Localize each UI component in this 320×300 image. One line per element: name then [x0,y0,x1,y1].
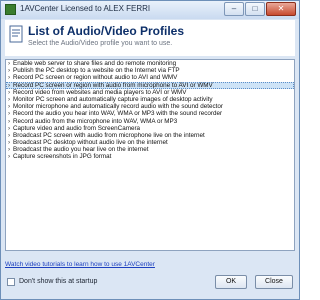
profile-icon [9,25,23,43]
profile-item-label: Record audio from the microphone into WA… [13,117,178,125]
ok-button[interactable]: OK [215,275,247,289]
profile-item[interactable]: › Broadcast the audio you hear live on th… [6,146,294,153]
profile-item[interactable]: › Record audio from the microphone into W… [6,118,294,125]
dialog-footer: Don't show this at startup OK Close [1,271,299,299]
profile-item[interactable]: › Publish the PC desktop to a website on … [6,67,294,74]
profile-item-label: Monitor microphone and automatically rec… [13,103,224,111]
maximize-icon[interactable]: □ [245,2,265,16]
page-title: List of Audio/Video Profiles [28,24,185,38]
app-window: 1AVCenter Licensed to ALEX FERRI – □ ✕ L… [0,0,300,300]
dont-show-checkbox[interactable] [7,278,15,286]
profile-item-label: Broadcast the audio you hear live on the… [13,146,149,154]
profile-item-label: Broadcast PC desktop without audio live … [13,139,168,147]
profile-item[interactable]: › Record PC screen or region without audi… [6,74,294,81]
profile-item-label: Publish the PC desktop to a website on t… [13,67,180,75]
profile-item[interactable]: › Record PC screen or region with audio f… [6,81,294,89]
profile-item[interactable]: › Broadcast PC desktop without audio live… [6,139,294,146]
profile-item-label: Capture screenshots in JPG format [13,153,112,161]
profile-item-label: Record PC screen or region with audio fr… [13,81,213,89]
profile-item[interactable]: › Monitor microphone and automatically re… [6,103,294,110]
title-bar[interactable]: 1AVCenter Licensed to ALEX FERRI – □ ✕ [1,1,299,19]
dont-show-label: Don't show this at startup [19,278,98,285]
window-controls: – □ ✕ [224,2,296,16]
dialog-header: List of Audio/Video Profiles Select the … [5,20,295,56]
profile-item[interactable]: › Broadcast PC screen with audio from mic… [6,132,294,139]
profile-item-label: Monitor PC screen and automatically capt… [13,95,213,103]
profile-item-label: Broadcast PC screen with audio from micr… [13,131,205,139]
profile-item[interactable]: › Enable web server to share files and do… [6,60,294,67]
profile-item-label: Record PC screen or region without audio… [13,74,178,82]
profile-item[interactable]: › Capture screenshots in JPG format [6,153,294,160]
app-icon [5,4,16,15]
page-subtitle: Select the Audio/Video profile you want … [28,40,173,47]
close-button[interactable]: Close [255,275,293,289]
video-tutorials-link[interactable]: Watch video tutorials to learn how to us… [5,261,155,268]
minimize-icon[interactable]: – [224,2,244,16]
profile-item[interactable]: › Capture video and audio from ScreenCame… [6,125,294,132]
profile-item[interactable]: › Record the audio you hear into WAV, WMA… [6,110,294,117]
profile-item[interactable]: › Monitor PC screen and automatically cap… [6,96,294,103]
profile-item-label: Record video from websites and media pla… [13,88,187,96]
profile-item-label: Record the audio you hear into WAV, WMA … [13,110,223,118]
profile-item-label: Capture video and audio from ScreenCamer… [13,124,141,132]
profile-item[interactable]: › Record video from websites and media pl… [6,89,294,96]
close-icon[interactable]: ✕ [266,2,296,16]
profile-list[interactable]: › Enable web server to share files and do… [5,59,295,251]
profile-item-label: Enable web server to share files and do … [13,60,177,67]
window-title: 1AVCenter Licensed to ALEX FERRI [20,4,151,13]
